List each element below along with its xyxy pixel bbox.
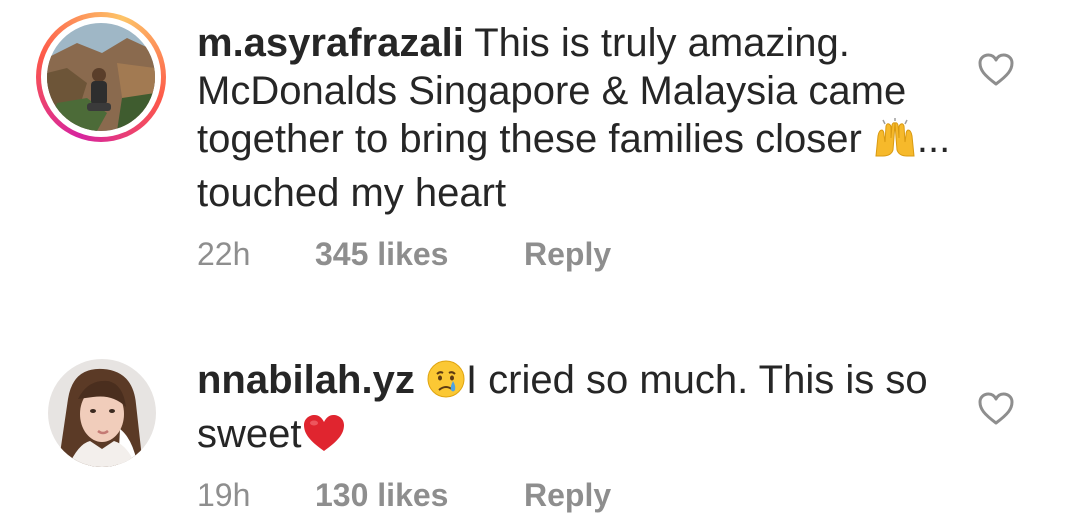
avatar[interactable] — [48, 359, 156, 467]
avatar-story-ring[interactable] — [36, 12, 166, 142]
likes-count[interactable]: 130 likes — [315, 475, 448, 515]
crying-face-icon — [426, 359, 466, 410]
comment-item: nnabilah.yz I cried so much. This is so … — [0, 345, 1080, 532]
comment-timestamp: 22h — [197, 236, 251, 272]
avatar-photo — [48, 359, 156, 467]
comment-text: nnabilah.yz I cried so much. This is so … — [197, 356, 957, 464]
comment-username[interactable]: m.asyrafrazali — [197, 21, 464, 65]
avatar[interactable] — [47, 23, 155, 131]
heart-outline-icon[interactable] — [976, 50, 1016, 90]
comment-username[interactable]: nnabilah.yz — [197, 358, 415, 402]
likes-count[interactable]: 345 likes — [315, 234, 448, 274]
comment-text: m.asyrafrazali This is truly amazing. Mc… — [197, 19, 957, 217]
comment-item: m.asyrafrazali This is truly amazing. Mc… — [0, 0, 1080, 290]
reply-button[interactable]: Reply — [524, 475, 611, 515]
raising-hands-icon — [873, 118, 917, 169]
reply-button[interactable]: Reply — [524, 234, 611, 274]
red-heart-icon — [302, 413, 346, 464]
comment-timestamp: 19h — [197, 477, 251, 513]
heart-outline-icon[interactable] — [976, 389, 1016, 429]
avatar-photo — [47, 23, 155, 131]
